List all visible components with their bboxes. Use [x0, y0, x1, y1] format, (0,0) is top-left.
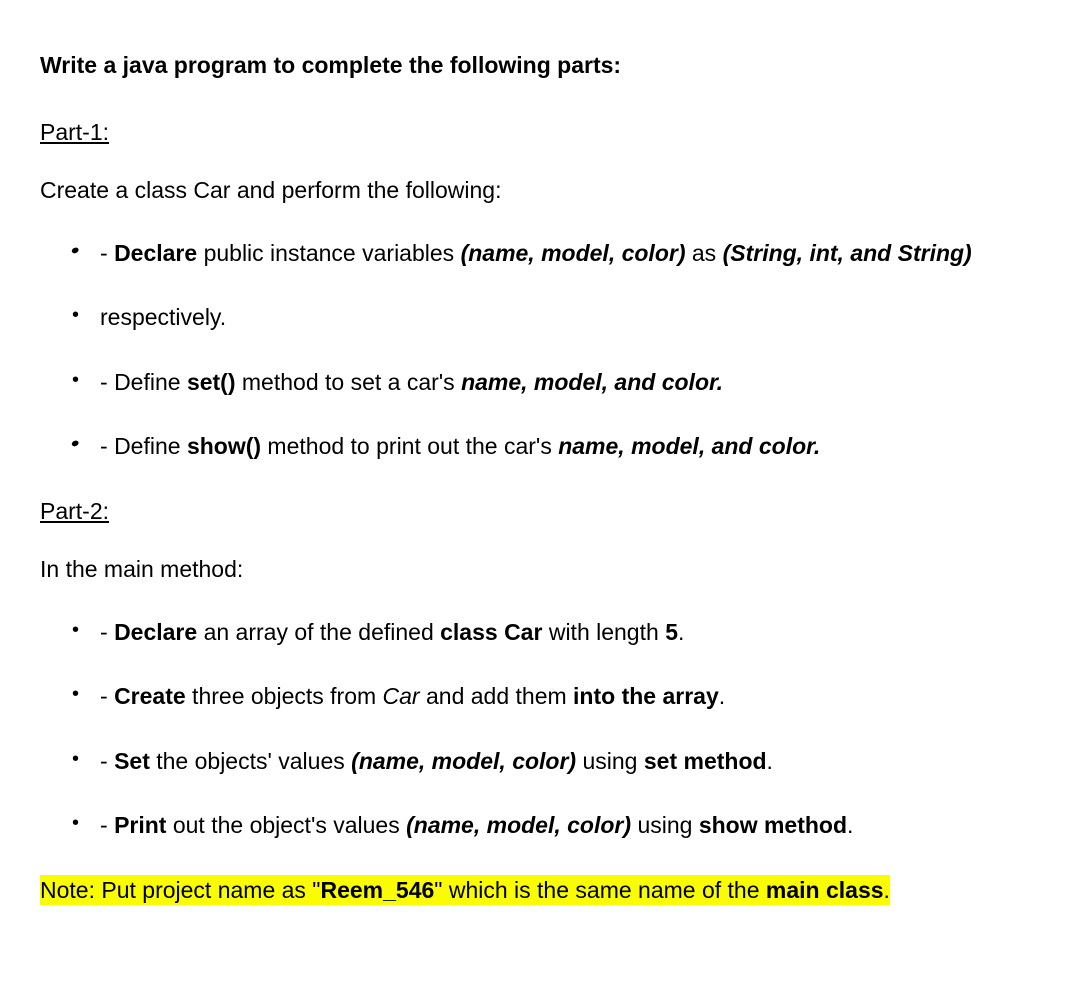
text: .	[719, 683, 725, 709]
list-item: - Declare public instance variables (nam…	[100, 236, 1040, 271]
text: Car	[383, 683, 426, 709]
document-title: Write a java program to complete the fol…	[40, 48, 1040, 83]
text: .	[847, 812, 853, 838]
part1-list: - Declare public instance variables (nam…	[40, 236, 1040, 464]
part2-header: Part-2:	[40, 494, 1040, 529]
text: main class	[766, 877, 884, 903]
text: .	[678, 619, 684, 645]
text: set method	[644, 748, 767, 774]
text: show method	[699, 812, 847, 838]
list-item: - Set the objects' values (name, model, …	[100, 744, 1040, 779]
text: three objects from	[186, 683, 383, 709]
text: Define	[114, 369, 187, 395]
text: using	[582, 748, 643, 774]
text: (name, model, color)	[406, 812, 637, 838]
text: method to set a car's	[236, 369, 462, 395]
text: (String, int, and String)	[723, 240, 972, 266]
part2-intro: In the main method:	[40, 552, 1040, 587]
text: -	[100, 619, 114, 645]
text: Print	[114, 812, 166, 838]
text: public instance variables	[197, 240, 460, 266]
text: -	[100, 748, 114, 774]
text: Define	[114, 433, 187, 459]
text: (name, model, color)	[461, 240, 686, 266]
text: Note: Put project name as "	[40, 877, 320, 903]
list-item: - Define show() method to print out the …	[100, 429, 1040, 464]
list-item: - Create three objects from Car and add …	[100, 679, 1040, 714]
part1-intro: Create a class Car and perform the follo…	[40, 173, 1040, 208]
list-item: - Declare an array of the defined class …	[100, 615, 1040, 650]
text: .	[884, 877, 890, 903]
text: using	[637, 812, 698, 838]
text: (name, model, color)	[351, 748, 582, 774]
text: Create	[114, 683, 186, 709]
text: name, model, and color.	[461, 369, 723, 395]
list-item: - Define set() method to set a car's nam…	[100, 365, 1040, 400]
note: Note: Put project name as "Reem_546" whi…	[40, 873, 1040, 908]
text: -	[100, 433, 114, 459]
text: Declare	[114, 240, 197, 266]
text: with length	[542, 619, 665, 645]
text: .	[767, 748, 773, 774]
text: -	[100, 812, 114, 838]
text: 5	[665, 619, 678, 645]
text: name, model, and color.	[558, 433, 820, 459]
highlighted-note: Note: Put project name as "Reem_546" whi…	[40, 875, 890, 905]
text: into the array	[573, 683, 719, 709]
text: and add them	[426, 683, 573, 709]
text: an array of the defined	[197, 619, 440, 645]
text: " which is the same name of the	[434, 877, 766, 903]
text: out the object's values	[166, 812, 406, 838]
text: -	[100, 240, 114, 266]
text: as	[686, 240, 723, 266]
text: -	[100, 369, 114, 395]
list-item: respectively.	[100, 300, 1040, 335]
part1-header: Part-1:	[40, 115, 1040, 150]
part2-list: - Declare an array of the defined class …	[40, 615, 1040, 843]
text: Reem_546	[320, 877, 434, 903]
text: respectively.	[100, 304, 226, 330]
text: -	[100, 683, 114, 709]
text: Declare	[114, 619, 197, 645]
text: class Car	[440, 619, 542, 645]
text: set()	[187, 369, 236, 395]
text: show()	[187, 433, 261, 459]
text: method to print out the car's	[261, 433, 558, 459]
list-item: - Print out the object's values (name, m…	[100, 808, 1040, 843]
text: the objects' values	[150, 748, 351, 774]
text: Set	[114, 748, 150, 774]
